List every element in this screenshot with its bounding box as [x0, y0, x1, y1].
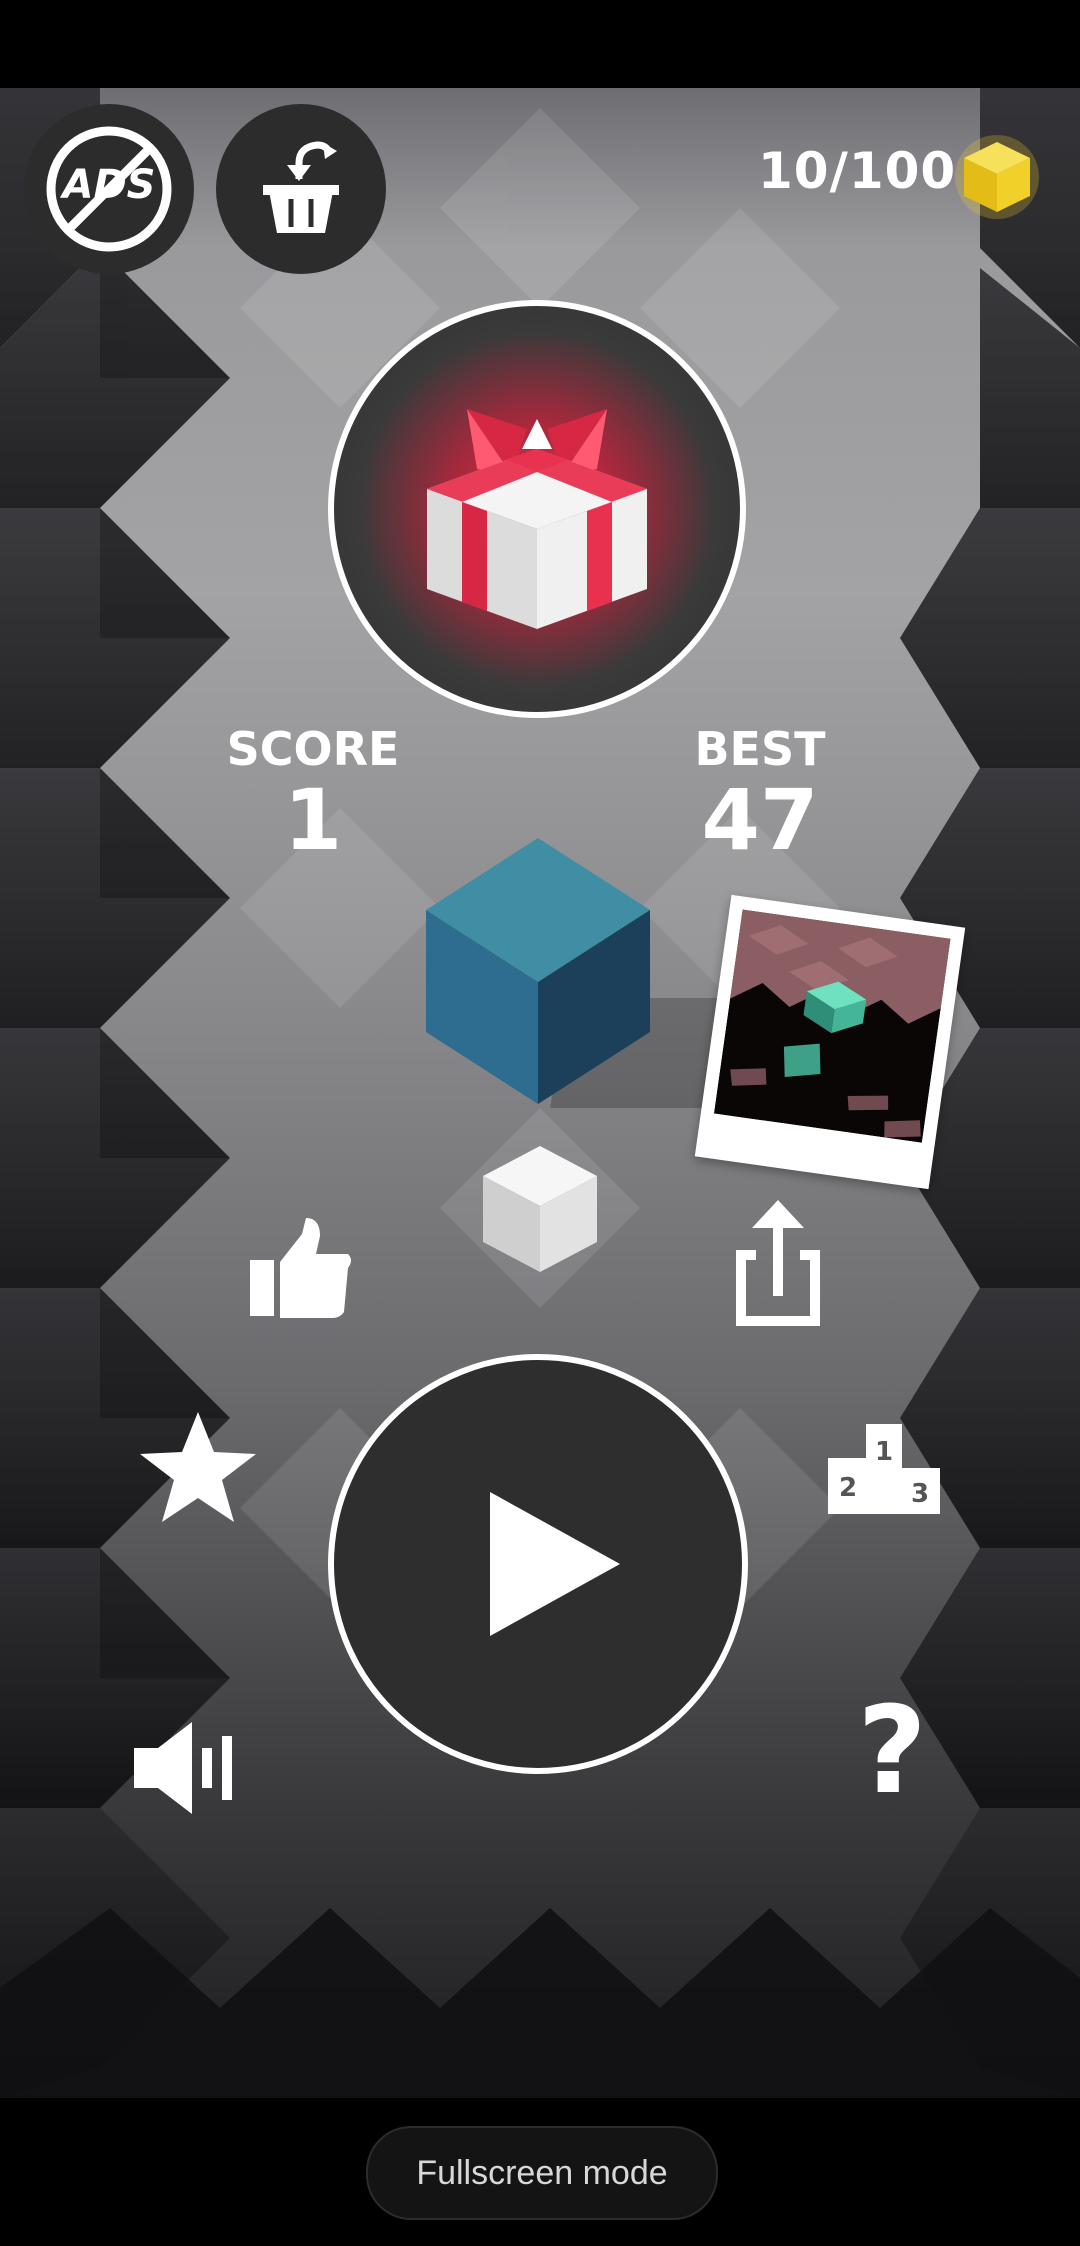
- player-cube: [426, 838, 750, 1108]
- no-ads-label: ADS: [62, 162, 156, 208]
- gift-button[interactable]: [328, 300, 746, 718]
- skin-select-cube[interactable]: [475, 1142, 605, 1276]
- podium-third: 3: [911, 1479, 929, 1509]
- no-ads-button[interactable]: ADS: [24, 104, 194, 274]
- like-icon[interactable]: [244, 1212, 354, 1322]
- podium-first: 1: [875, 1437, 893, 1467]
- shop-basket-icon: [263, 141, 339, 233]
- podium-second: 2: [839, 1473, 857, 1503]
- leaderboard-icon[interactable]: 2 1 3: [824, 1418, 944, 1518]
- score-label: SCORE: [226, 722, 400, 776]
- coin-counter: 10/100: [758, 142, 957, 200]
- help-icon[interactable]: ?: [832, 1692, 952, 1812]
- sound-icon[interactable]: [130, 1718, 240, 1818]
- star-icon[interactable]: [136, 1408, 260, 1528]
- replay-thumbnail: [713, 909, 951, 1143]
- shop-button[interactable]: [216, 104, 386, 274]
- best-label: BEST: [694, 722, 826, 776]
- fullscreen-mode-button[interactable]: Fullscreen mode: [366, 2126, 718, 2220]
- play-icon: [490, 1492, 620, 1636]
- score-value: 1: [283, 771, 343, 869]
- play-button[interactable]: [328, 1354, 748, 1774]
- share-icon[interactable]: [728, 1200, 828, 1330]
- gift-icon: [427, 409, 647, 629]
- replay-photo[interactable]: [694, 894, 966, 1190]
- status-bar: [0, 0, 1080, 88]
- game-screen: ADS 10/100 SCORE 1 BEST 47 2 1 3 ?: [0, 88, 1080, 2098]
- coin-cube-icon: [955, 135, 1039, 219]
